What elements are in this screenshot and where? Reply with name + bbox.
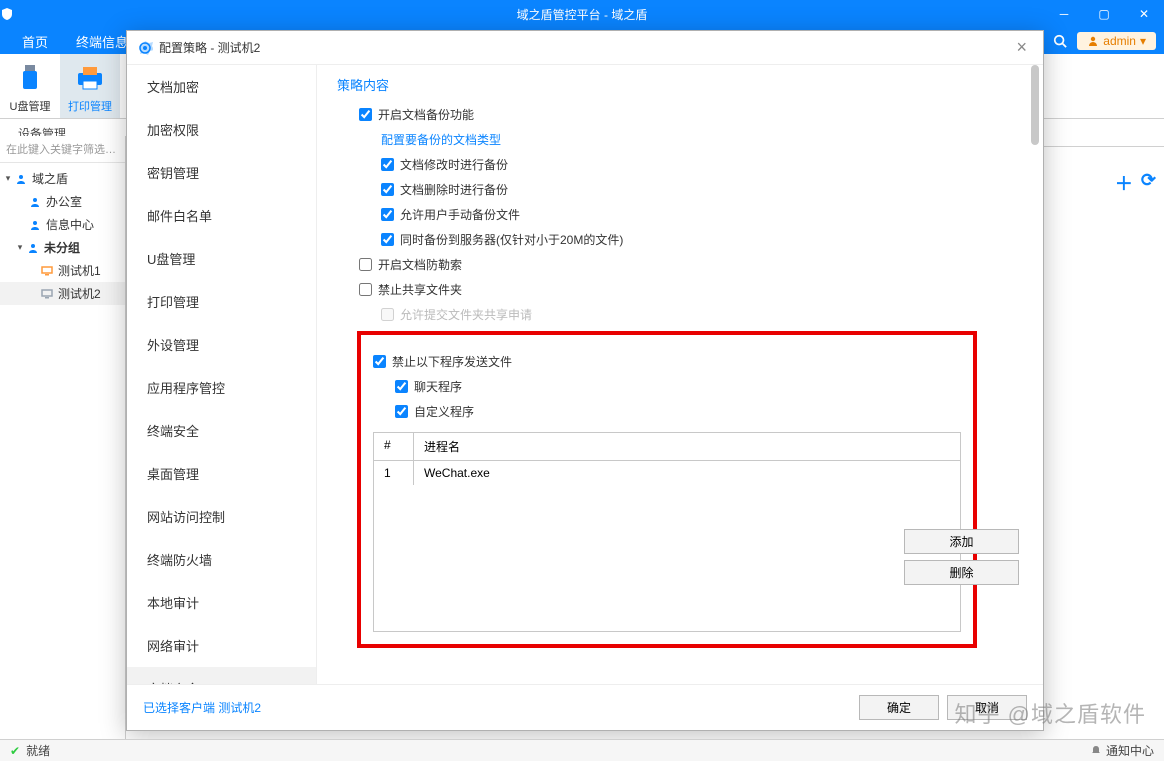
checkbox-backup-to-server[interactable]: 同时备份到服务器(仅针对小于20M的文件) <box>381 231 1025 248</box>
tree-node-test2[interactable]: 测试机2 <box>0 282 125 305</box>
monitor-icon <box>40 264 54 278</box>
monitor-icon <box>40 287 54 301</box>
people-icon <box>26 241 40 255</box>
highlighted-region: 禁止以下程序发送文件 聊天程序 自定义程序 # 进程名 1 WeChat.exe <box>357 331 977 648</box>
tree-search-input[interactable]: 在此键入关键字筛选… <box>0 136 125 163</box>
status-indicator-icon: ✔ <box>10 744 20 758</box>
tree-node-test1[interactable]: 测试机1 <box>0 259 125 282</box>
category-item[interactable]: 终端安全 <box>127 409 316 452</box>
people-icon <box>14 172 28 186</box>
policy-content-panel: 策略内容 开启文档备份功能 配置要备份的文档类型 文档修改时进行备份 文档删除时… <box>317 65 1043 684</box>
checkbox-disable-share[interactable]: 禁止共享文件夹 <box>359 281 1025 298</box>
checkbox-allow-share-request: 允许提交文件夹共享申请 <box>381 306 1025 323</box>
checkbox-chat-programs[interactable]: 聊天程序 <box>395 378 961 395</box>
category-item[interactable]: 加密权限 <box>127 108 316 151</box>
category-item[interactable]: 网站访问控制 <box>127 495 316 538</box>
window-maximize-button[interactable]: ▢ <box>1084 0 1124 28</box>
left-sidebar: 在此键入关键字筛选… ▾ 域之盾 办公室 信息中心 ▾ 未分组 测试机1 测试机… <box>0 136 126 739</box>
category-item[interactable]: 外设管理 <box>127 323 316 366</box>
checkbox-custom-programs[interactable]: 自定义程序 <box>395 403 961 420</box>
tree-node-root[interactable]: ▾ 域之盾 <box>0 167 125 190</box>
add-process-button[interactable]: 添加 <box>904 529 1019 554</box>
category-item[interactable]: 邮件白名单 <box>127 194 316 237</box>
notification-center[interactable]: 通知中心 <box>1106 742 1154 759</box>
status-bar: ✔ 就绪 通知中心 <box>0 739 1164 761</box>
ribbon-usb-management[interactable]: U盘管理 <box>0 54 60 118</box>
category-item[interactable]: U盘管理 <box>127 237 316 280</box>
menu-home[interactable]: 首页 <box>8 28 62 55</box>
checkbox-enable-backup[interactable]: 开启文档备份功能 <box>359 106 1025 123</box>
confirm-button[interactable]: 确定 <box>859 695 939 720</box>
category-item[interactable]: 密钥管理 <box>127 151 316 194</box>
dialog-header: 配置策略 - 测试机2 × <box>127 31 1043 65</box>
user-caret-icon: ▾ <box>1140 34 1146 48</box>
category-item[interactable]: 文档加密 <box>127 65 316 108</box>
category-item[interactable]: 本地审计 <box>127 581 316 624</box>
user-name: admin <box>1103 34 1136 48</box>
status-text: 就绪 <box>26 742 50 759</box>
tree-node-office[interactable]: 办公室 <box>0 190 125 213</box>
dialog-footer: 已选择客户端 测试机2 确定 取消 <box>127 684 1043 730</box>
category-item[interactable]: 打印管理 <box>127 280 316 323</box>
client-tree: ▾ 域之盾 办公室 信息中心 ▾ 未分组 测试机1 测试机2 <box>0 163 125 309</box>
chevron-down-icon: ▾ <box>2 173 14 184</box>
column-process-name: 进程名 <box>414 433 960 460</box>
category-list: 文档加密加密权限密钥管理邮件白名单U盘管理打印管理外设管理应用程序管控终端安全桌… <box>127 65 317 684</box>
table-header: # 进程名 <box>374 433 960 461</box>
checkbox-backup-on-delete[interactable]: 文档删除时进行备份 <box>381 181 1025 198</box>
config-policy-dialog: 配置策略 - 测试机2 × 文档加密加密权限密钥管理邮件白名单U盘管理打印管理外… <box>126 30 1044 731</box>
column-index: # <box>374 433 414 460</box>
category-item[interactable]: 终端防火墙 <box>127 538 316 581</box>
cancel-button[interactable]: 取消 <box>947 695 1027 720</box>
window-title-bar: 域之盾管控平台 - 域之盾 ─ ▢ ✕ <box>0 0 1164 28</box>
selected-client-label: 已选择客户端 测试机2 <box>143 699 261 716</box>
tree-node-unassigned[interactable]: ▾ 未分组 <box>0 236 125 259</box>
category-item[interactable]: 网络审计 <box>127 624 316 667</box>
usb-icon <box>0 60 60 96</box>
process-table[interactable]: # 进程名 1 WeChat.exe <box>373 432 961 632</box>
checkbox-allow-manual-backup[interactable]: 允许用户手动备份文件 <box>381 206 1025 223</box>
user-menu[interactable]: admin ▾ <box>1077 32 1156 50</box>
checkbox-block-program-send[interactable]: 禁止以下程序发送文件 <box>373 353 961 370</box>
dialog-close-button[interactable]: × <box>1010 37 1033 58</box>
checkbox-backup-on-modify[interactable]: 文档修改时进行备份 <box>381 156 1025 173</box>
category-item[interactable]: 应用程序管控 <box>127 366 316 409</box>
people-icon <box>28 218 42 232</box>
category-item[interactable]: 文档安全 <box>127 667 316 684</box>
printer-icon <box>60 60 120 96</box>
window-minimize-button[interactable]: ─ <box>1044 0 1084 28</box>
window-title: 域之盾管控平台 - 域之盾 <box>517 6 648 23</box>
gear-icon <box>137 40 153 56</box>
checkbox-anti-ransom[interactable]: 开启文档防勒索 <box>359 256 1025 273</box>
right-toolbar: ＋ ⟳ <box>1115 170 1156 196</box>
category-item[interactable]: 桌面管理 <box>127 452 316 495</box>
dialog-title: 配置策略 - 测试机2 <box>159 39 260 56</box>
ribbon-print-management[interactable]: 打印管理 <box>60 54 120 118</box>
section-title: 策略内容 <box>337 75 1025 94</box>
table-row[interactable]: 1 WeChat.exe <box>374 461 960 485</box>
user-icon <box>1087 35 1099 47</box>
add-button[interactable]: ＋ <box>1115 170 1133 196</box>
scrollbar-thumb[interactable] <box>1031 65 1039 145</box>
search-icon[interactable] <box>1047 30 1073 52</box>
refresh-button[interactable]: ⟳ <box>1141 170 1156 196</box>
tree-node-info-center[interactable]: 信息中心 <box>0 213 125 236</box>
delete-process-button[interactable]: 删除 <box>904 560 1019 585</box>
chevron-down-icon: ▾ <box>14 242 26 253</box>
link-config-doc-types[interactable]: 配置要备份的文档类型 <box>381 131 1025 148</box>
people-icon <box>28 195 42 209</box>
bell-icon <box>1090 745 1102 757</box>
app-icon <box>0 7 28 21</box>
window-close-button[interactable]: ✕ <box>1124 0 1164 28</box>
